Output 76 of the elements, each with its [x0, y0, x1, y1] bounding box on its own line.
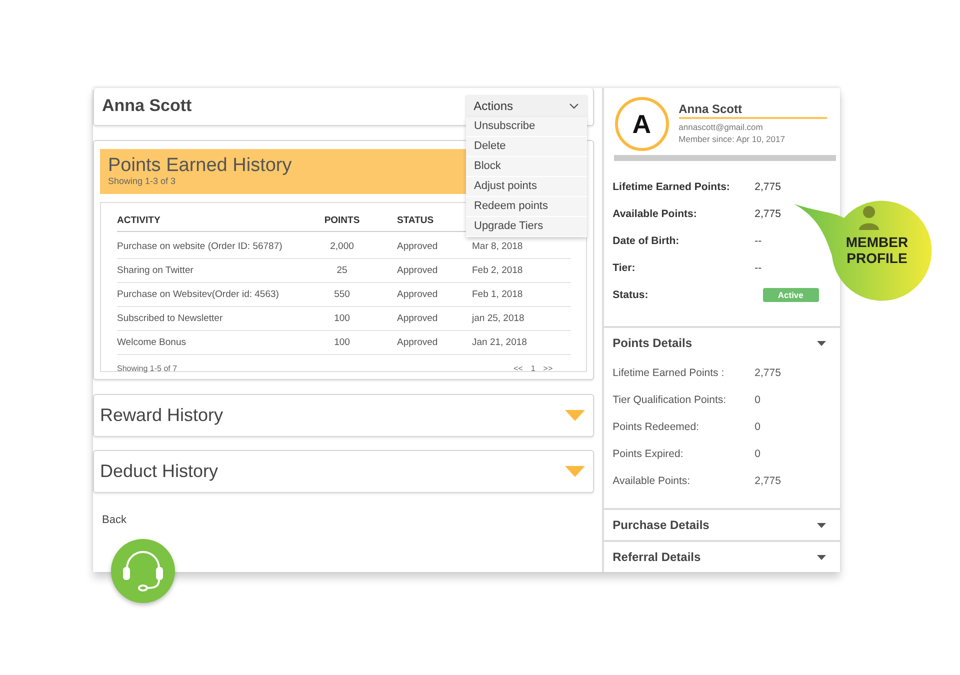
column-header: STATUS: [397, 214, 435, 226]
dropdown-triangle-icon[interactable]: [817, 554, 826, 560]
field-label: Status:: [612, 288, 650, 300]
back-link[interactable]: Back: [102, 514, 594, 526]
field-label: Lifetime Earned Points:: [612, 180, 731, 192]
field-value: 2,775: [754, 208, 781, 220]
table-cell-text: jan 25, 2018: [472, 313, 526, 324]
detail-value: 2,775: [754, 366, 781, 378]
table-cell-text: Approved: [397, 241, 439, 252]
member-since-text: Member since: Apr 10, 2017: [678, 134, 786, 144]
collapsible-section[interactable]: Deduct History: [93, 450, 594, 493]
table-footer-text: Showing 1-5 of 7: [117, 364, 178, 373]
section-title: Reward History: [100, 405, 224, 426]
history-subtitle: Showing 1-3 of 3: [108, 176, 176, 186]
table-cell-text: 25: [336, 265, 348, 276]
field-label: Tier:: [612, 262, 636, 274]
detail-label: Points Redeemed:: [612, 420, 700, 432]
page-number-link[interactable]: 1: [530, 364, 536, 373]
table-cell-text: Approved: [397, 337, 439, 348]
field-value: 2,775: [754, 180, 781, 192]
column-header: POINTS: [323, 214, 361, 226]
detail-label: Available Points:: [612, 474, 692, 486]
actions-dropdown[interactable]: Actions: [466, 95, 587, 117]
menu-item[interactable]: Adjust points: [466, 177, 587, 197]
table-cell-text: Mar 8, 2018: [472, 241, 524, 252]
field-value: --: [754, 262, 762, 274]
detail-label: Tier Qualification Points:: [612, 394, 728, 406]
member-profile-label: MEMBER PROFILE: [844, 234, 910, 266]
table-cell-text: 100: [333, 313, 351, 324]
section-title: Referral Details: [612, 550, 701, 564]
menu-item[interactable]: Redeem points: [466, 197, 587, 217]
member-name: Anna Scott: [102, 96, 192, 116]
chevron-icon: [568, 103, 579, 109]
menu-item[interactable]: Upgrade Tiers: [466, 217, 587, 237]
dropdown-triangle-icon[interactable]: [817, 522, 826, 528]
table-cell-text: Feb 1, 2018: [472, 289, 524, 300]
table-cell-text: Feb 2, 2018: [472, 265, 524, 276]
previous-page-link[interactable]: <<: [514, 364, 523, 373]
menu-item[interactable]: Block: [466, 157, 587, 177]
table-cell-text: Approved: [397, 265, 439, 276]
dropdown-triangle-icon[interactable]: [817, 340, 826, 346]
section-title: Points Details: [612, 336, 692, 350]
column-header: ACTIVITY: [117, 214, 162, 226]
field-label: Available Points:: [612, 208, 698, 220]
table-cell-text: Sharing on Twitter: [117, 265, 194, 276]
detail-value: 0: [754, 420, 760, 432]
table-cell-text: 100: [333, 337, 351, 348]
field-label: Date of Birth:: [612, 234, 680, 246]
menu-item[interactable]: Delete: [466, 137, 587, 157]
history-title: Points Earned History: [108, 155, 292, 176]
section-title: Purchase Details: [612, 518, 710, 532]
table-cell-text: Purchase on website (Order ID: 56787): [117, 241, 284, 252]
detail-value: 0: [754, 394, 760, 406]
next-page-link[interactable]: >>: [543, 364, 553, 373]
avatar: A: [614, 97, 669, 151]
field-value: --: [754, 234, 762, 246]
profile-name: Anna Scott: [678, 102, 827, 119]
detail-value: 2,775: [754, 474, 781, 486]
table-cell-text: Subscribed to Newsletter: [117, 313, 224, 324]
table-cell-text: Approved: [397, 289, 439, 300]
collapsible-section[interactable]: Reward History: [93, 394, 594, 437]
table-cell-text: 550: [333, 289, 351, 300]
table-cell-text: Purchase on Websitev(Order id: 4563): [117, 289, 280, 300]
detail-label: Points Expired:: [612, 448, 684, 460]
table-cell-text: Approved: [397, 313, 439, 324]
status-badge: Active: [762, 288, 819, 302]
table-cell-text: Welcome Bonus: [117, 337, 187, 348]
table-cell-text: 2,000: [329, 241, 355, 252]
detail-value: 0: [754, 448, 760, 460]
section-title: Deduct History: [100, 461, 218, 482]
detail-label: Lifetime Earned Points :: [612, 366, 726, 378]
profile-email: annascott@gmail.com: [678, 122, 764, 132]
menu-item[interactable]: Unsubscribe: [466, 117, 587, 137]
expand-triangle-icon: [564, 410, 585, 421]
table-cell-text: Jan 21, 2018: [472, 337, 528, 348]
expand-triangle-icon: [564, 466, 585, 477]
